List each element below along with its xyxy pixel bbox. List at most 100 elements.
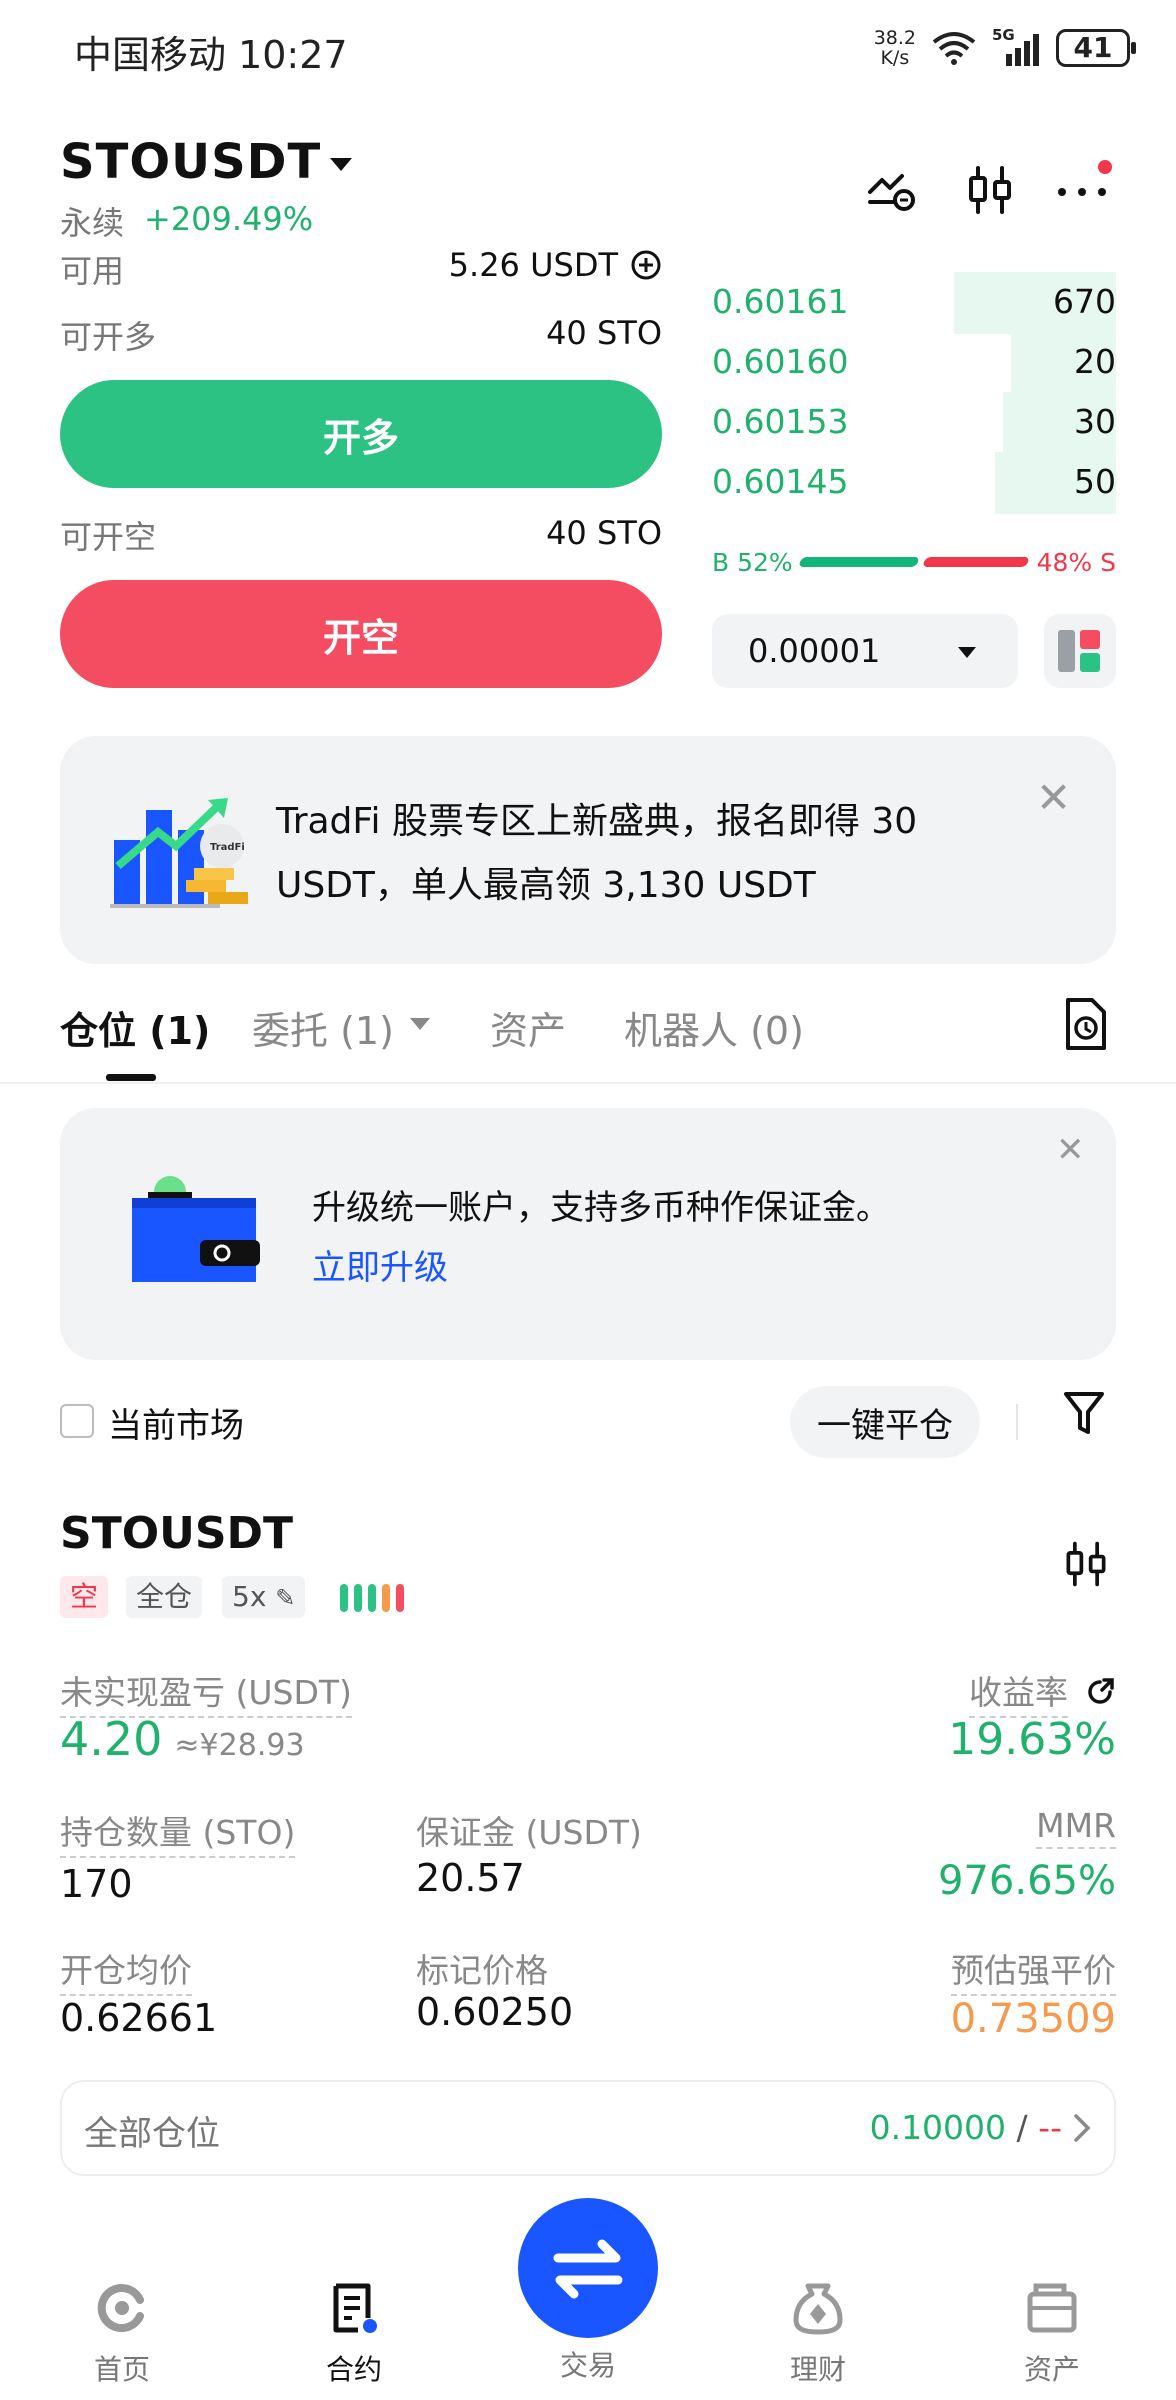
margin-mode-tag: 全仓 xyxy=(126,1576,203,1618)
risk-bar xyxy=(396,1584,404,1612)
open-short-button[interactable]: 开空 xyxy=(60,580,662,688)
candlestick-chart-icon[interactable] xyxy=(962,162,1018,218)
notification-dot xyxy=(1098,160,1112,174)
can-long-label: 可开多 xyxy=(60,318,157,356)
position-qty-label[interactable]: 持仓数量 (STO) xyxy=(60,1806,296,1858)
network-type: 5G xyxy=(992,26,1015,44)
chart-settings-icon[interactable] xyxy=(864,162,920,218)
nav-home-label: 首页 xyxy=(93,2353,150,2386)
share-icon[interactable] xyxy=(1084,1676,1116,1708)
order-book-row[interactable]: 0.60161 670 xyxy=(712,272,1116,334)
order-book-row[interactable]: 0.60153 30 xyxy=(712,392,1116,454)
order-book-price: 0.60145 xyxy=(712,462,849,501)
available-value: 5.26 USDT xyxy=(448,246,618,284)
nav-home[interactable]: 首页 xyxy=(62,2280,182,2388)
active-tab-indicator xyxy=(106,1074,156,1081)
home-icon xyxy=(97,2284,144,2332)
mark-price-label: 标记价格 xyxy=(416,1951,548,1990)
net-speed: 38.2 K/s xyxy=(874,28,916,68)
cell-signal-icon: 5G xyxy=(992,26,1042,66)
banner-badge: TradFi xyxy=(210,842,245,853)
nav-contract[interactable]: 合约 xyxy=(294,2280,414,2388)
order-book-price: 0.60161 xyxy=(712,282,849,321)
tab-bots[interactable]: 机器人 (0) xyxy=(624,1000,804,1055)
nav-earn-label: 理财 xyxy=(789,2353,846,2386)
nav-earn[interactable]: 理财 xyxy=(758,2280,878,2388)
liq-price-value: 0.73509 xyxy=(950,1996,1116,2042)
margin-label: 保证金 (USDT) xyxy=(416,1813,642,1852)
add-funds-icon[interactable] xyxy=(630,249,662,281)
tab-positions[interactable]: 仓位 (1) xyxy=(60,1000,210,1055)
upgrade-text: 升级统一账户，支持多币种作保证金。 xyxy=(312,1188,890,1228)
risk-bar xyxy=(368,1584,376,1612)
orders-dropdown-icon[interactable] xyxy=(410,1018,430,1030)
upgrade-now-link[interactable]: 立即升级 xyxy=(312,1240,448,1289)
open-long-button[interactable]: 开多 xyxy=(60,380,662,488)
buy-ratio: B 52% xyxy=(712,548,793,577)
all-positions-qty: 0.10000 xyxy=(869,2108,1007,2147)
order-book-row[interactable]: 0.60145 50 xyxy=(712,452,1116,514)
unrealized-pnl-value: 4.20 xyxy=(60,1712,163,1766)
unrealized-pnl-cny: ≈¥28.93 xyxy=(174,1728,305,1763)
trade-fab-button[interactable] xyxy=(518,2198,658,2338)
chevron-right-icon[interactable] xyxy=(1072,2112,1092,2144)
roe-header[interactable]: 收益率 xyxy=(969,1666,1116,1718)
entry-price-label[interactable]: 开仓均价 xyxy=(60,1944,192,1996)
tab-orders[interactable]: 委托 (1) xyxy=(252,1000,394,1055)
contract-type: 永续 xyxy=(60,204,125,242)
leverage-tag[interactable]: 5x ✎ xyxy=(222,1576,306,1618)
close-upgrade-icon[interactable]: ✕ xyxy=(1056,1130,1085,1170)
layout-icon xyxy=(1058,630,1100,672)
orderbook-layout-button[interactable] xyxy=(1044,614,1116,688)
mmr-label[interactable]: MMR xyxy=(1036,1806,1116,1849)
all-positions-qty2: -- xyxy=(1038,2108,1062,2147)
wallet-icon xyxy=(1027,2283,1077,2333)
side-tag: 空 xyxy=(60,1576,109,1618)
all-positions-sep: / xyxy=(1016,2108,1028,2147)
sell-ratio: 48% S xyxy=(1036,548,1116,577)
contract-icon xyxy=(333,2283,377,2333)
nav-assets[interactable]: 资产 xyxy=(992,2280,1112,2388)
filter-icon[interactable] xyxy=(1062,1390,1106,1438)
order-book-qty: 50 xyxy=(1074,462,1116,501)
net-speed-unit: K/s xyxy=(880,47,910,69)
current-market-label[interactable]: 当前市场 xyxy=(108,1398,244,1447)
mmr-value: 976.65% xyxy=(938,1858,1116,1904)
all-positions-value: 0.10000 / -- xyxy=(870,2108,1062,2147)
unrealized-pnl: 4.20 ≈¥28.93 xyxy=(60,1712,305,1766)
risk-bar xyxy=(340,1584,348,1612)
chevron-down-icon[interactable] xyxy=(958,647,976,658)
wifi-icon xyxy=(932,32,976,65)
tradfi-chart-illustration: TradFi xyxy=(110,798,248,908)
history-icon[interactable] xyxy=(1060,996,1110,1052)
wallet-illustration xyxy=(132,1176,260,1282)
nav-contract-label: 合约 xyxy=(325,2353,382,2386)
status-icons: 38.2 K/s 5G 41 xyxy=(874,26,1136,68)
order-book-qty: 670 xyxy=(1053,282,1116,321)
tabs-divider xyxy=(0,1082,1176,1084)
buy-ratio-bar xyxy=(798,557,920,567)
order-book-row[interactable]: 0.60160 20 xyxy=(712,332,1116,394)
close-banner-icon[interactable]: ✕ xyxy=(1036,777,1071,819)
can-short-label: 可开空 xyxy=(60,518,157,556)
position-chart-icon[interactable] xyxy=(1060,1536,1112,1592)
nav-trade-label[interactable]: 交易 xyxy=(518,2344,658,2384)
current-market-checkbox[interactable] xyxy=(60,1404,94,1438)
close-all-button[interactable]: 一键平仓 xyxy=(790,1386,980,1458)
net-speed-value: 38.2 xyxy=(873,27,916,49)
leverage-value: 5x xyxy=(232,1580,267,1613)
swap-icon xyxy=(553,2239,623,2299)
margin-value[interactable]: 20.57 xyxy=(416,1856,525,1900)
pair-title[interactable]: STOUSDT xyxy=(60,134,321,190)
mark-price-value: 0.60250 xyxy=(416,1990,574,2034)
position-symbol[interactable]: STOUSDT xyxy=(60,1508,293,1559)
risk-bar xyxy=(354,1584,362,1612)
battery-icon: 41 xyxy=(1056,29,1136,67)
available-label: 可用 xyxy=(60,252,125,290)
tab-assets[interactable]: 资产 xyxy=(490,1000,566,1055)
liq-price-label[interactable]: 预估强平价 xyxy=(951,1944,1116,1996)
unrealized-pnl-label[interactable]: 未实现盈亏 (USDT) xyxy=(60,1666,352,1718)
entry-price-value: 0.62661 xyxy=(60,1996,218,2040)
pair-dropdown-caret-icon[interactable] xyxy=(330,158,352,171)
order-book-qty: 20 xyxy=(1074,342,1116,381)
